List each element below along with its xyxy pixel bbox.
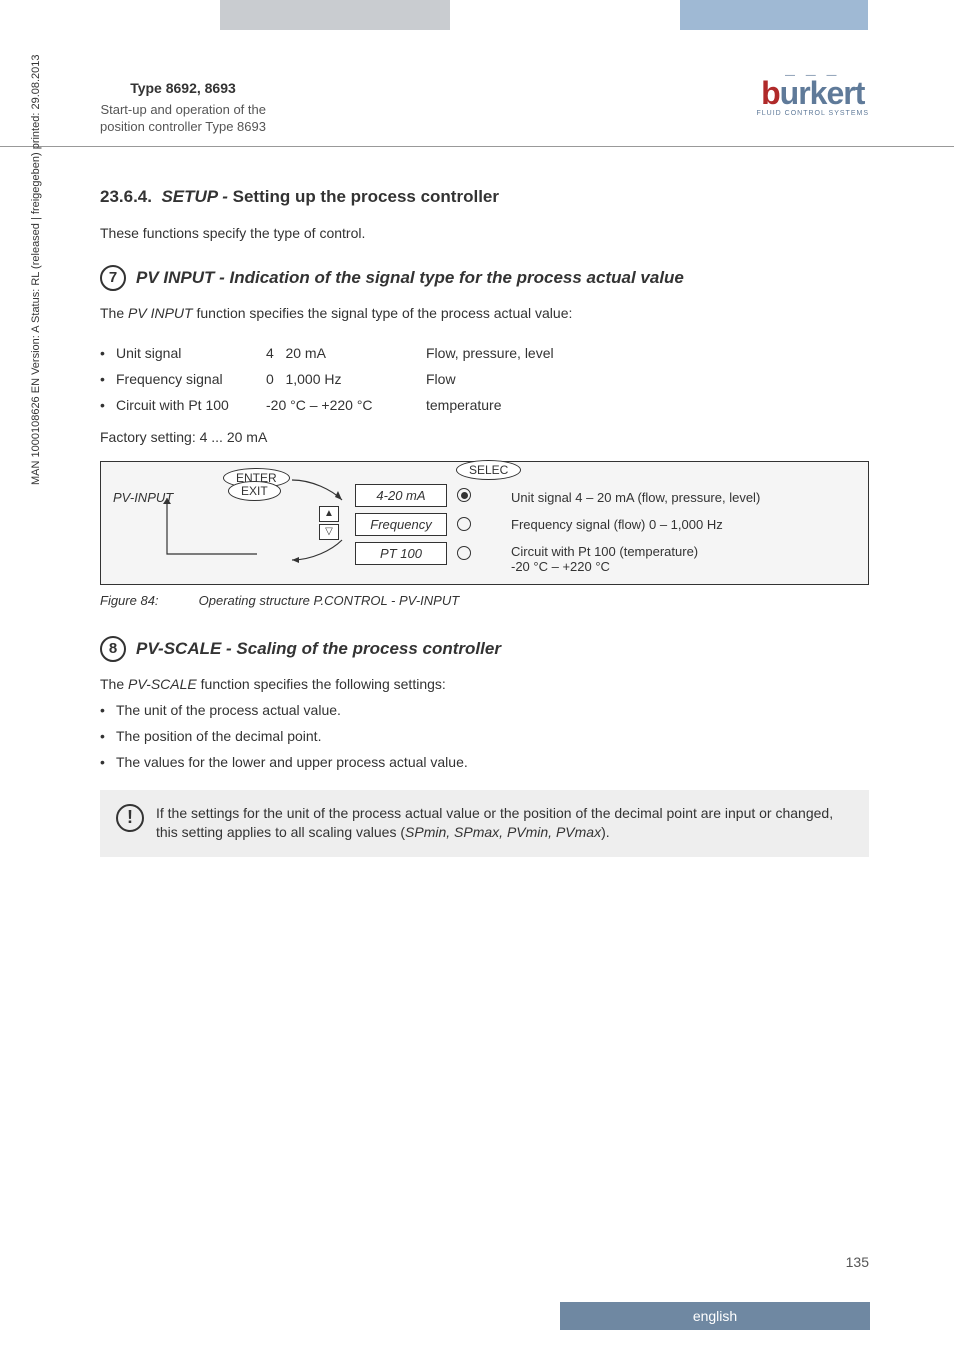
- header-sub2: position controller Type 8693: [100, 119, 266, 136]
- row1-c2a: 0: [266, 371, 274, 387]
- figure-84-caption: Figure 84: Operating structure P.CONTROL…: [100, 593, 869, 608]
- notice-text: If the settings for the unit of the proc…: [156, 804, 853, 843]
- row1-c1: Frequency signal: [116, 371, 266, 387]
- step7-lead-pre: The: [100, 305, 128, 321]
- opt0-label: 4-20 mA: [355, 484, 447, 507]
- step7-number: 7: [100, 265, 126, 291]
- row1-c2b: 1,000 Hz: [285, 371, 341, 387]
- opt0-desc: Unit signal 4 – 20 mA (flow, pressure, l…: [511, 490, 856, 505]
- options-column: SELEC 4-20 mA Frequency PT 100: [355, 484, 505, 565]
- step8-lead-pre: The: [100, 676, 128, 692]
- step7-heading: 7 PV INPUT - Indication of the signal ty…: [100, 265, 869, 291]
- opt1-desc: Frequency signal (flow) 0 – 1,000 Hz: [511, 517, 856, 532]
- step7-title: PV INPUT - Indication of the signal type…: [136, 268, 684, 288]
- description-column: Unit signal 4 – 20 mA (flow, pressure, l…: [511, 472, 856, 574]
- step7-lead-ital: PV INPUT: [128, 305, 193, 321]
- notice-box: ! If the settings for the unit of the pr…: [100, 790, 869, 857]
- page-number: 135: [846, 1254, 869, 1270]
- step8-item0: The unit of the process actual value.: [116, 702, 341, 718]
- notice-post: ).: [601, 824, 610, 840]
- row2-c3: temperature: [426, 397, 869, 413]
- option-row: Frequency: [355, 513, 505, 536]
- brand-tagline: FLUID CONTROL SYSTEMS: [756, 110, 869, 117]
- step8-list: •The unit of the process actual value. •…: [100, 702, 869, 770]
- step8-number: 8: [100, 636, 126, 662]
- step8-item1: The position of the decimal point.: [116, 728, 321, 744]
- row1-c3: Flow: [426, 371, 869, 387]
- row0-c3: Flow, pressure, level: [426, 345, 869, 361]
- header-sub1: Start-up and operation of the: [100, 102, 266, 119]
- section-heading: 23.6.4. SETUP - Setting up the process c…: [100, 187, 869, 207]
- brand-first-letter: b: [761, 75, 780, 111]
- opt1-label: Frequency: [355, 513, 447, 536]
- step8-lead-post: function specifies the following setting…: [197, 676, 446, 692]
- option-row: PT 100: [355, 542, 505, 565]
- section-title-ital: SETUP -: [161, 187, 227, 206]
- page-header: Type 8692, 8693 Start-up and operation o…: [0, 30, 954, 147]
- row0-c2b: 20 mA: [285, 345, 325, 361]
- row2-c2b: -20 °C – +220 °C: [266, 397, 373, 413]
- step8-lead: The PV-SCALE function specifies the foll…: [100, 676, 869, 692]
- step7-lead: The PV INPUT function specifies the sign…: [100, 305, 869, 321]
- brand-logo: — — — burkert FLUID CONTROL SYSTEMS: [756, 70, 869, 117]
- step7-lead-post: function specifies the signal type of th…: [193, 305, 573, 321]
- pv-input-diagram: ENTER PV-INPUT EXIT ▲ ▽ SELEC 4-20 mA Fr…: [100, 461, 869, 585]
- select-button: SELEC: [456, 460, 521, 480]
- section-number: 23.6.4.: [100, 187, 152, 206]
- section-intro: These functions specify the type of cont…: [100, 225, 869, 241]
- side-meta-text: MAN 1000108626 EN Version: A Status: RL …: [30, 54, 42, 485]
- main-content: 23.6.4. SETUP - Setting up the process c…: [0, 147, 954, 857]
- step8-item2: The values for the lower and upper proce…: [116, 754, 468, 770]
- diagram-left: ENTER PV-INPUT EXIT: [113, 472, 313, 505]
- factory-setting: Factory setting: 4 ... 20 mA: [100, 429, 869, 445]
- step8-lead-ital: PV-SCALE: [128, 676, 197, 692]
- top-bar: [0, 0, 954, 30]
- radio-icon: [457, 546, 471, 560]
- caution-icon: !: [116, 804, 144, 832]
- notice-ital: SPmin, SPmax, PVmin, PVmax: [405, 824, 601, 840]
- brand-rest: urkert: [780, 75, 865, 111]
- section-title-rest: Setting up the process controller: [228, 187, 499, 206]
- language-bar: english: [560, 1302, 870, 1330]
- opt2-label: PT 100: [355, 542, 447, 565]
- row0-c2a: 4: [266, 345, 274, 361]
- pv-input-label: PV-INPUT: [113, 490, 313, 505]
- opt2-desc: Circuit with Pt 100 (temperature) -20 °C…: [511, 544, 856, 574]
- signal-row: • Circuit with Pt 100 -20 °C – +220 °C t…: [100, 397, 869, 413]
- step8-title: PV-SCALE - Scaling of the process contro…: [136, 639, 501, 659]
- signal-row: • Frequency signal 0 1,000 Hz Flow: [100, 371, 869, 387]
- exit-button: EXIT: [228, 481, 281, 501]
- row2-c1: Circuit with Pt 100: [116, 397, 266, 413]
- radio-selected-icon: [457, 488, 471, 502]
- radio-icon: [457, 517, 471, 531]
- blue-header-block: [680, 0, 868, 30]
- fig84-text: Operating structure P.CONTROL - PV-INPUT: [199, 593, 460, 608]
- type-line: Type 8692, 8693: [100, 80, 266, 96]
- signal-row: • Unit signal 4 20 mA Flow, pressure, le…: [100, 345, 869, 361]
- row0-c1: Unit signal: [116, 345, 266, 361]
- option-row: 4-20 mA: [355, 484, 505, 507]
- fig84-num: Figure 84:: [100, 593, 195, 608]
- gray-header-block: [220, 0, 450, 30]
- step8-heading: 8 PV-SCALE - Scaling of the process cont…: [100, 636, 869, 662]
